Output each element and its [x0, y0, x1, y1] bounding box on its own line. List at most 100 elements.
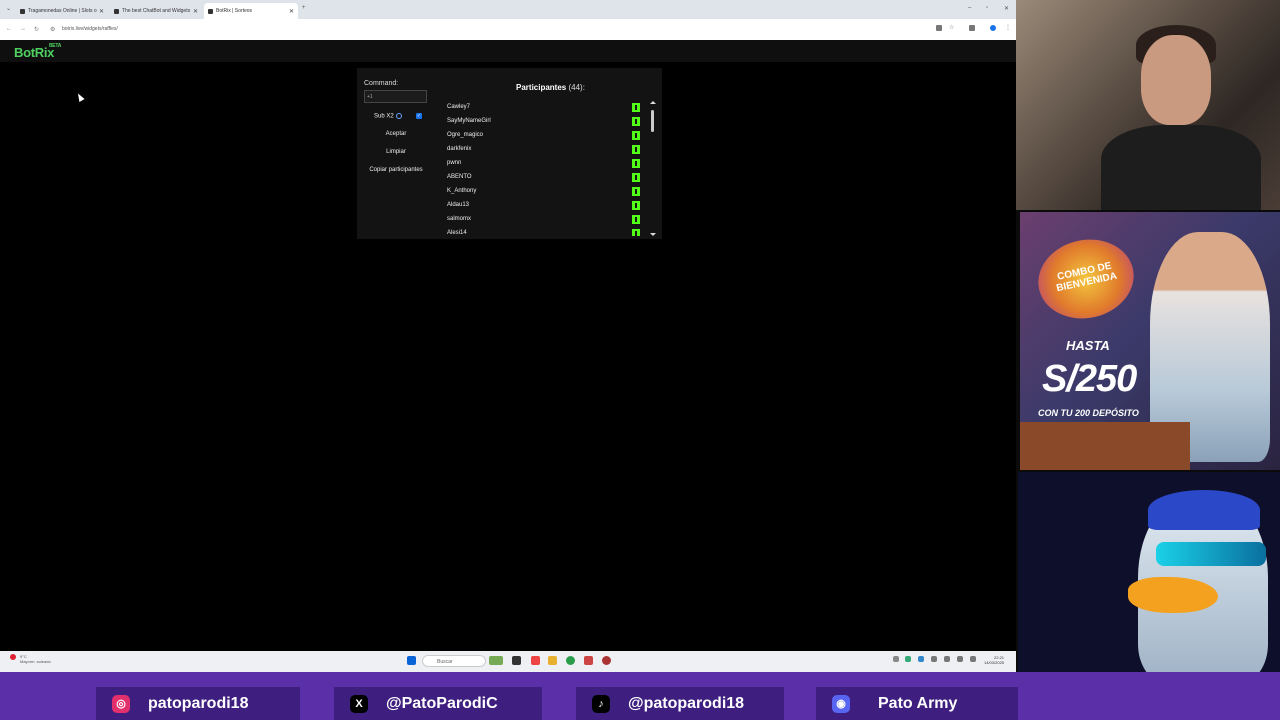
webcam-feed [1016, 0, 1280, 210]
participant-name: Ogre_magico [447, 132, 484, 138]
windows-taskbar [0, 651, 1016, 672]
accept-button[interactable]: Aceptar [364, 131, 428, 137]
participant-row: Cawley7 [440, 101, 648, 115]
participants-title: Participantes (44): [516, 83, 585, 92]
kick-icon [632, 117, 640, 126]
sub-x2-label: Sub X2 [374, 113, 402, 120]
instagram-icon: ◎ [112, 694, 130, 713]
translate-icon[interactable] [936, 25, 942, 31]
network-icon[interactable] [931, 656, 937, 662]
close-icon[interactable]: ✕ [289, 8, 294, 15]
tab-menu-icon[interactable]: ⌄ [6, 5, 11, 12]
duck-sunglasses [1156, 542, 1266, 566]
duck-mascot-art [1018, 472, 1280, 672]
x-icon: X [350, 694, 368, 713]
kick-icon [632, 215, 640, 224]
tray-icon[interactable] [905, 656, 911, 662]
reload-icon[interactable]: ↻ [34, 26, 39, 33]
mouse-cursor-icon [75, 92, 85, 102]
discord-icon: ◉ [832, 694, 850, 713]
tab-title: Tragamonedas Online | Slots o [28, 8, 97, 14]
volume-icon[interactable] [970, 656, 976, 662]
kick-icon [632, 103, 640, 112]
file-explorer-icon[interactable] [548, 656, 557, 665]
clock-date: 14/03/2025 [984, 660, 1005, 665]
kick-icon [632, 229, 640, 236]
participant-row: darkfenix [440, 143, 648, 157]
scroll-thumb[interactable] [651, 110, 654, 132]
sub-x2-checkbox[interactable]: ✓ [416, 113, 422, 119]
tab-chatbot[interactable]: The best ChatBot and Widgets ✕ [110, 3, 202, 19]
participant-name: Alesi14 [447, 230, 467, 236]
ad-foosball-image [1020, 422, 1190, 470]
social-tiktok: ♪ @patoparodi18 [576, 687, 784, 720]
command-input[interactable]: +1 [364, 90, 427, 103]
social-discord: ◉ Pato Army [816, 687, 1018, 720]
chrome-icon[interactable] [566, 656, 575, 665]
url-field[interactable]: botrix.live/widgets/raffles/ [62, 26, 118, 32]
maximize-icon[interactable]: ▫ [986, 5, 988, 11]
taskbar-clock[interactable]: 22:21 14/03/2025 [984, 655, 1004, 665]
site-header: BotRix BETA [0, 40, 1016, 62]
taskbar-weather[interactable]: 9°C Mayorm. soleado [20, 654, 51, 664]
info-icon[interactable] [395, 113, 402, 119]
slots-favicon-icon [20, 8, 25, 14]
language-icon[interactable] [944, 656, 950, 662]
participant-name: K_Anthony [447, 188, 477, 194]
beta-badge: BETA [49, 43, 62, 49]
tab-botrix[interactable]: BotRix | Sorteos ✕ [204, 3, 298, 19]
participants-list[interactable]: Cawley7 SayMyNameGirl Ogre_magico darkfenix… [440, 101, 648, 236]
windows-start-icon[interactable] [407, 656, 416, 665]
address-bar: ← → ↻ ⚙ botrix.live/widgets/raffles/ ☆ ⋮ [0, 19, 1016, 41]
minimize-icon[interactable]: – [968, 5, 971, 11]
weather-icon[interactable] [10, 654, 16, 660]
command-label: Command: [364, 80, 399, 87]
menu-kebab-icon[interactable]: ⋮ [1005, 24, 1011, 31]
tray-chevron-icon[interactable] [893, 656, 899, 662]
social-handle: @PatoParodiC [386, 694, 498, 712]
participant-name: Cawley7 [447, 104, 471, 110]
tray-icon[interactable] [918, 656, 924, 662]
browser-window: ⌄ Tragamonedas Online | Slots o ✕ The be… [0, 0, 1016, 672]
taskbar-search[interactable]: Buscar [422, 655, 486, 667]
window-close-icon[interactable]: ✕ [1004, 5, 1009, 12]
extensions-icon[interactable] [969, 25, 975, 31]
participant-row: salmomx [440, 213, 648, 227]
participants-count: (44): [568, 83, 585, 92]
tab-slots[interactable]: Tragamonedas Online | Slots o ✕ [16, 3, 108, 19]
duck-cap [1148, 490, 1260, 530]
scroll-down-icon[interactable] [650, 233, 656, 236]
kick-icon [632, 131, 640, 140]
site-info-icon[interactable]: ⚙ [50, 26, 55, 33]
copy-participants-button[interactable]: Copiar participantes [364, 167, 428, 173]
botrix-logo[interactable]: BotRix BETA [14, 43, 61, 60]
kick-icon [632, 201, 640, 210]
close-icon[interactable]: ✕ [193, 8, 198, 15]
tab-title: The best ChatBot and Widgets [122, 8, 191, 14]
profile-avatar-icon[interactable] [990, 25, 996, 31]
new-tab-icon[interactable]: + [302, 5, 306, 11]
kick-icon [632, 159, 640, 168]
participant-name: SayMyNameGirl [447, 118, 491, 124]
scroll-up-icon[interactable] [650, 101, 656, 104]
back-icon[interactable]: ← [6, 26, 12, 32]
widgets-icon[interactable] [489, 656, 503, 665]
participant-row: SayMyNameGirl [440, 115, 648, 129]
forward-icon[interactable]: → [20, 26, 26, 32]
app-icon[interactable] [602, 656, 611, 665]
app-icon[interactable] [531, 656, 540, 665]
clear-button[interactable]: Limpiar [364, 149, 428, 155]
app-icon[interactable] [584, 656, 593, 665]
bookmark-star-icon[interactable]: ☆ [949, 24, 954, 31]
wifi-icon[interactable] [957, 656, 963, 662]
social-x: X @PatoParodiC [334, 687, 542, 720]
webcam-shirt [1101, 125, 1261, 210]
participants-scrollbar[interactable] [650, 101, 656, 236]
participant-row: Ogre_magico [440, 129, 648, 143]
participant-row: pwnn [440, 157, 648, 171]
tab-title: BotRix | Sorteos [216, 8, 253, 14]
task-view-icon[interactable] [512, 656, 521, 665]
close-icon[interactable]: ✕ [99, 8, 104, 15]
webcam-face [1141, 35, 1211, 125]
participant-row: Aldau13 [440, 199, 648, 213]
